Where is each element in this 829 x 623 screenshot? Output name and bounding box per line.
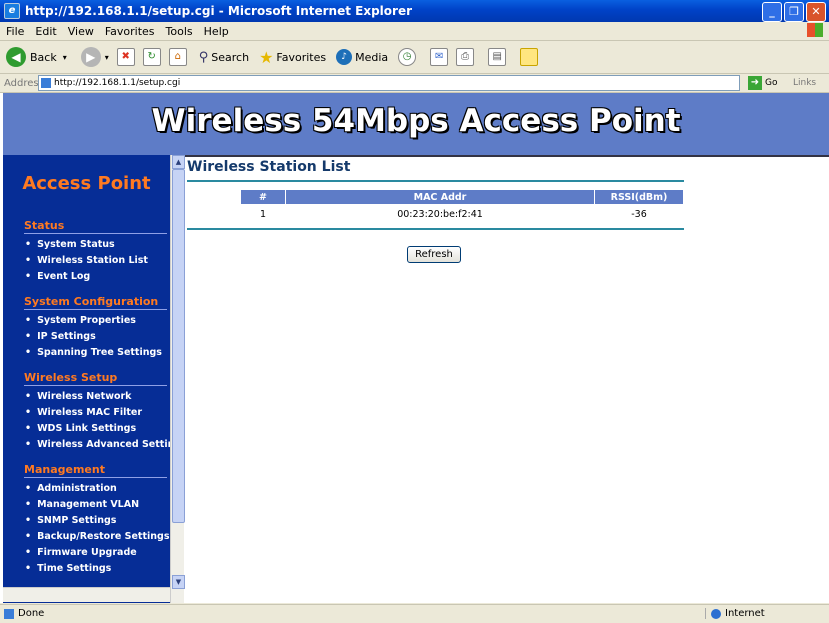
scrollbar-thumb[interactable] (172, 169, 185, 523)
history-icon[interactable]: ◷ (398, 48, 417, 66)
go-label: Go (765, 78, 778, 88)
title-divider (187, 180, 684, 182)
stop-icon[interactable]: ✖ (116, 48, 135, 66)
globe-icon (711, 608, 721, 619)
cell-index: 1 (259, 208, 267, 220)
main-panel: Wireless Station List # MAC Addr RSSI(dB… (186, 155, 826, 595)
maximize-button[interactable]: ❐ (784, 2, 804, 22)
address-url: http://192.168.1.1/setup.cgi (54, 78, 181, 88)
address-input[interactable]: http://192.168.1.1/setup.cgi (38, 75, 740, 91)
sidebar-vertical-scrollbar[interactable]: ▲ ▼ (170, 155, 185, 603)
sidebar-item-administration[interactable]: Administration (25, 481, 170, 497)
forward-dropdown-icon[interactable]: ▾ (105, 53, 109, 62)
sidebar-item-wireless-advanced-settings[interactable]: Wireless Advanced Settings (25, 437, 170, 453)
sidebar-item-spanning-tree-settings[interactable]: Spanning Tree Settings (25, 345, 170, 361)
menu-edit[interactable]: Edit (35, 25, 56, 38)
section-system-configuration: System Configuration (24, 295, 167, 310)
sidebar-item-event-log[interactable]: Event Log (25, 269, 170, 285)
media-icon: ♪ (336, 49, 353, 65)
favorites-label: Favorites (276, 50, 327, 64)
status-done: Done (18, 608, 45, 619)
print-icon[interactable]: ⎙ (456, 48, 475, 66)
cell-mac-address: 00:23:20:be:f2:41 (397, 208, 483, 220)
sidebar-item-system-status[interactable]: System Status (25, 237, 170, 253)
scroll-down-icon[interactable]: ▼ (172, 575, 185, 589)
sidebar-item-snmp-settings[interactable]: SNMP Settings (25, 513, 170, 529)
forward-button[interactable]: ▶ ▾ (73, 47, 109, 67)
refresh-icon[interactable]: ↻ (142, 48, 161, 66)
menu-help[interactable]: Help (204, 25, 229, 38)
sidebar-item-wireless-station-list[interactable]: Wireless Station List (25, 253, 170, 269)
section-management: Management (24, 463, 167, 478)
menu-favorites[interactable]: Favorites (105, 25, 155, 38)
messenger-icon[interactable] (520, 48, 539, 66)
back-button[interactable]: ◀ Back ▾ (6, 47, 67, 67)
station-table: # MAC Addr RSSI(dBm) 1 00:23:20:be:f2:41… (240, 189, 684, 223)
window-controls: _ ❐ ✕ (762, 2, 826, 22)
header-banner: Wireless 54Mbps Access Point (3, 93, 829, 157)
column-header-rssi: RSSI(dBm) (594, 189, 684, 205)
table-row: 1 00:23:20:be:f2:41 -36 (241, 205, 684, 224)
sidebar-item-system-properties[interactable]: System Properties (25, 313, 170, 329)
close-button[interactable]: ✕ (806, 2, 826, 22)
menu-bar: File Edit View Favorites Tools Help (0, 22, 829, 41)
security-zone: Internet (705, 608, 765, 619)
sidebar-item-backup-restore-settings[interactable]: Backup/Restore Settings (25, 529, 170, 545)
search-label: Search (211, 50, 250, 64)
sidebar-item-management-vlan[interactable]: Management VLAN (25, 497, 170, 513)
search-icon: ⚲ (198, 49, 209, 65)
sidebar-horizontal-scrollbar[interactable] (3, 587, 170, 602)
media-button[interactable]: ♪ Media (336, 49, 388, 65)
star-icon: ★ (259, 47, 274, 67)
sidebar-item-firmware-upgrade[interactable]: Firmware Upgrade (25, 545, 170, 561)
cell-rssi: -36 (631, 208, 647, 220)
window-title: http://192.168.1.1/setup.cgi - Microsoft… (25, 4, 412, 18)
sidebar-item-ip-settings[interactable]: IP Settings (25, 329, 170, 345)
sidebar-heading: Access Point (22, 173, 151, 194)
page-icon (4, 608, 14, 619)
sidebar-item-wds-link-settings[interactable]: WDS Link Settings (25, 421, 170, 437)
sidebar-item-wireless-network[interactable]: Wireless Network (25, 389, 170, 405)
address-bar: Address http://192.168.1.1/setup.cgi ➜ G… (0, 74, 829, 93)
back-label: Back (30, 50, 57, 64)
windows-logo-icon (807, 23, 823, 37)
sidebar-item-wireless-mac-filter[interactable]: Wireless MAC Filter (25, 405, 170, 421)
page-title: Wireless Station List (187, 159, 351, 175)
sidebar-item-time-settings[interactable]: Time Settings (25, 561, 170, 577)
page-icon (41, 78, 51, 88)
column-header-mac: MAC Addr (285, 189, 595, 205)
edit-icon[interactable]: ▤ (488, 48, 507, 66)
go-button[interactable]: ➜ Go (748, 76, 777, 90)
page-viewport: Wireless 54Mbps Access Point Access Poin… (0, 93, 829, 603)
forward-arrow-icon: ▶ (80, 47, 101, 67)
section-status: Status (24, 219, 167, 234)
menu-view[interactable]: View (68, 25, 94, 38)
column-header-index: # (240, 189, 286, 205)
search-button[interactable]: ⚲ Search (199, 50, 249, 65)
table-divider (187, 228, 684, 230)
scroll-up-icon[interactable]: ▲ (172, 155, 185, 169)
zone-label: Internet (725, 608, 765, 619)
links-toolbar[interactable]: Links (793, 78, 816, 88)
table-header-row: # MAC Addr RSSI(dBm) (240, 189, 684, 205)
refresh-button[interactable]: Refresh (407, 246, 461, 263)
media-label: Media (355, 50, 389, 64)
banner-title: Wireless 54Mbps Access Point (151, 103, 681, 139)
menu-tools[interactable]: Tools (166, 25, 193, 38)
status-text: Done (4, 608, 44, 619)
window-title-bar: e http://192.168.1.1/setup.cgi - Microso… (0, 0, 829, 22)
back-arrow-icon: ◀ (6, 47, 26, 67)
go-arrow-icon: ➜ (748, 76, 762, 90)
section-wireless-setup: Wireless Setup (24, 371, 167, 386)
favorites-button[interactable]: ★ Favorites (259, 48, 326, 67)
status-bar: Done Internet (0, 604, 829, 623)
back-dropdown-icon[interactable]: ▾ (63, 53, 67, 62)
home-icon[interactable]: ⌂ (168, 48, 187, 66)
browser-toolbar: ◀ Back ▾ ▶ ▾ ✖ ↻ ⌂ ⚲ Search ★ Favorites … (0, 41, 829, 74)
navigation-sidebar: Access Point Status System Status Wirele… (3, 155, 170, 603)
minimize-button[interactable]: _ (762, 2, 782, 22)
menu-file[interactable]: File (6, 25, 24, 38)
internet-explorer-icon: e (4, 3, 20, 19)
mail-icon[interactable]: ✉ (430, 48, 449, 66)
